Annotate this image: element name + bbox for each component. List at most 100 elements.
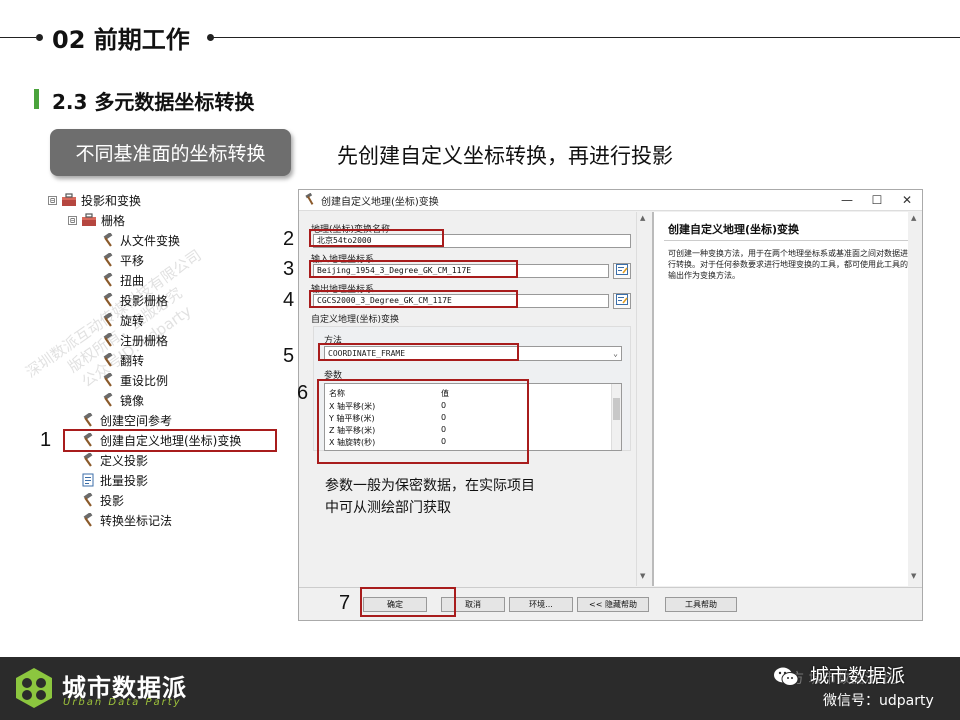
hammer-icon: [100, 312, 116, 328]
hammer-icon: [100, 352, 116, 368]
params-note: 参数一般为保密数据，在实际项目中可从测绘部门获取: [325, 478, 535, 516]
section-bar: [34, 89, 39, 109]
tree-item-tool[interactable]: 平移: [100, 251, 144, 269]
hammer-icon: [80, 492, 96, 508]
toolbox-tree: ⊟ 投影和变换 ⊟ 栅格 从文件变换 平移 扭曲 投影栅格 旋转 注册栅格 翻转 重设比例 镜像…: [48, 190, 288, 530]
dialog-title: 创建自定义地理(坐标)变换: [321, 196, 439, 208]
toolbox-icon: [81, 212, 97, 228]
tree-item-tool[interactable]: 扭曲: [100, 271, 144, 289]
wechat-icon: [773, 666, 799, 688]
tree-item-label: 注册栅格: [120, 333, 169, 348]
tree-item-tool[interactable]: 定义投影: [80, 451, 148, 469]
tree-item-label: 重设比例: [120, 373, 169, 388]
tree-item-tool[interactable]: 创建空间参考: [80, 411, 172, 429]
step-number-3: 3: [283, 258, 295, 280]
tree-item-label: 扭曲: [120, 273, 145, 288]
tree-item-tool[interactable]: 旋转: [100, 311, 144, 329]
help-text: 可创建一种变换方法，用于在两个地理坐标系或基准面之间对数据进行转换。对于任何参数…: [668, 249, 908, 280]
step-number-2: 2: [283, 228, 295, 250]
highlight-box-6: [317, 379, 529, 464]
help-title: 创建自定义地理(坐标)变换: [668, 223, 800, 236]
highlight-box-3: [309, 260, 518, 278]
step-number-1: 1: [40, 429, 52, 451]
step-number-4: 4: [283, 289, 295, 311]
hammer-icon: [100, 272, 116, 288]
close-button[interactable]: ✕: [892, 190, 922, 211]
hammer-icon: [100, 252, 116, 268]
collapse-icon[interactable]: ⊟: [68, 215, 77, 225]
maximize-button[interactable]: ☐: [862, 190, 892, 211]
tree-item-tool[interactable]: 镜像: [100, 391, 144, 409]
tree-item-tool[interactable]: 投影: [80, 491, 124, 509]
wechat-account-name: 城市数据派: [810, 665, 906, 687]
scroll-down-icon[interactable]: ▼: [640, 572, 645, 580]
header-dot-left: [36, 34, 43, 41]
highlight-box-4: [309, 290, 518, 308]
wechat-id: 微信号：udparty: [823, 693, 934, 709]
highlight-box-7: [360, 587, 456, 617]
step-number-5: 5: [283, 345, 295, 367]
hammer-icon: [80, 512, 96, 528]
hide-help-button[interactable]: << 隐藏帮助: [577, 597, 649, 612]
hammer-icon: [100, 292, 116, 308]
highlight-box-2: [309, 229, 444, 247]
hammer-icon: [80, 412, 96, 428]
tree-item-tool[interactable]: 翻转: [100, 351, 144, 369]
step-number-6: 6: [297, 382, 309, 404]
hammer-icon: [80, 452, 96, 468]
tree-item-label: 投影和变换: [81, 193, 142, 208]
highlight-box-1: [63, 429, 277, 452]
dialog-titlebar: 创建自定义地理(坐标)变换 — ☐ ✕: [299, 190, 922, 211]
tree-item-label: 镜像: [120, 393, 145, 408]
hammer-icon: [100, 372, 116, 388]
hammer-icon: [100, 232, 116, 248]
tree-item-tool[interactable]: 批量投影: [80, 471, 148, 489]
toolbox-icon: [61, 192, 77, 208]
header-line-left: [0, 37, 36, 38]
tree-item-tool[interactable]: 投影栅格: [100, 291, 168, 309]
hammer-icon: [305, 192, 317, 208]
form-scrollbar[interactable]: ▲ ▼: [636, 212, 650, 586]
tree-item-label: 旋转: [120, 313, 145, 328]
step-number-7: 7: [339, 592, 351, 614]
input-cs-picker-button[interactable]: [613, 263, 631, 279]
scroll-down-icon[interactable]: ▼: [911, 572, 916, 580]
scroll-up-icon[interactable]: ▲: [640, 214, 645, 222]
params-scrollbar[interactable]: [611, 384, 621, 450]
hammer-icon: [100, 392, 116, 408]
tree-item-label: 创建空间参考: [100, 413, 173, 428]
tree-item-label: 栅格: [101, 213, 126, 228]
brand-logo-icon: [12, 666, 56, 710]
properties-icon: [616, 264, 628, 278]
tree-item-label: 投影: [100, 493, 125, 508]
tree-item-label: 翻转: [120, 353, 145, 368]
chevron-down-icon: ⌄: [613, 349, 618, 358]
custom-transform-label: 自定义地理(坐标)变换: [311, 315, 400, 325]
chapter-title: 02 前期工作: [52, 26, 190, 54]
tree-item-tool[interactable]: 注册栅格: [100, 331, 168, 349]
tree-item-projections[interactable]: ⊟ 投影和变换: [48, 191, 141, 209]
collapse-icon[interactable]: ⊟: [48, 195, 57, 205]
tree-item-label: 平移: [120, 253, 145, 268]
scroll-thumb[interactable]: [613, 398, 620, 420]
help-divider: [664, 240, 918, 241]
slide-subtitle: 先创建自定义坐标转换，再进行投影: [337, 144, 673, 168]
tree-item-tool[interactable]: 从文件变换: [100, 231, 180, 249]
topic-badge: 不同基准面的坐标转换: [50, 129, 291, 176]
tree-item-tool[interactable]: 重设比例: [100, 371, 168, 389]
brand-name-en: Urban Data Party: [63, 697, 182, 708]
environments-button[interactable]: 环境...: [509, 597, 573, 612]
tree-item-tool[interactable]: 转换坐标记法: [80, 511, 172, 529]
script-icon: [80, 472, 96, 488]
help-panel: 创建自定义地理(坐标)变换 可创建一种变换方法，用于在两个地理坐标系或基准面之间…: [652, 212, 922, 586]
header-line-right: [213, 37, 960, 38]
section-title: 2.3 多元数据坐标转换: [52, 90, 255, 114]
tool-help-button[interactable]: 工具帮助: [665, 597, 737, 612]
help-scrollbar[interactable]: ▲ ▼: [908, 212, 922, 586]
minimize-button[interactable]: —: [832, 190, 862, 211]
tree-item-raster[interactable]: ⊟ 栅格: [68, 211, 125, 229]
highlight-box-5: [318, 343, 519, 361]
tree-item-label: 定义投影: [100, 453, 149, 468]
output-cs-picker-button[interactable]: [613, 293, 631, 309]
scroll-up-icon[interactable]: ▲: [911, 214, 916, 222]
